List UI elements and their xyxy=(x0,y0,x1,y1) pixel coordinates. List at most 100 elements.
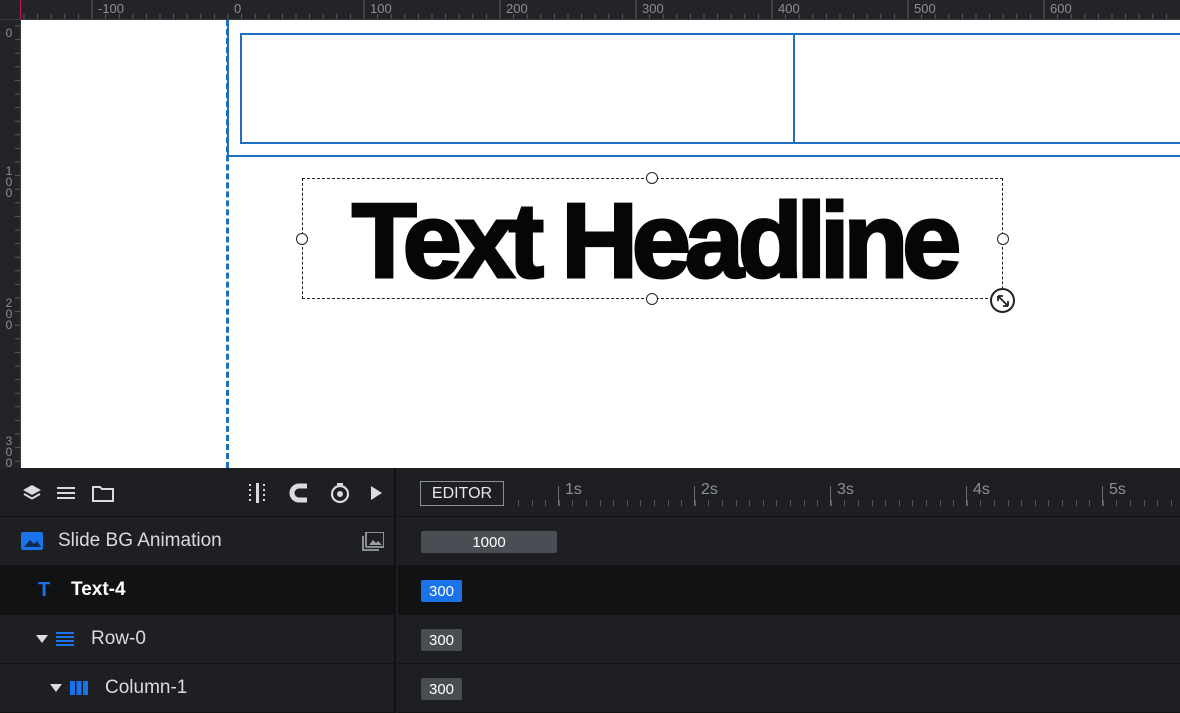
resize-handle-bottom[interactable] xyxy=(646,293,658,305)
duration-bar[interactable]: 1000 xyxy=(421,531,557,553)
timeline-tick xyxy=(1170,500,1172,506)
timeline-row-row-0[interactable]: 300 xyxy=(398,615,1180,664)
timeline-row-column-1[interactable]: 300 xyxy=(398,664,1180,713)
timeline-panel: EDITOR 1s 2s 3s 4s 5s 1000 300 300 300 xyxy=(398,468,1180,713)
column-icon xyxy=(70,681,88,695)
layers-toolbar xyxy=(0,468,396,517)
timeline-tick xyxy=(953,500,955,506)
second-marker xyxy=(694,486,695,506)
timeline-tick xyxy=(898,500,900,506)
timeline-tick xyxy=(586,500,587,506)
timeline-tick xyxy=(1116,500,1118,506)
timeline-header[interactable]: EDITOR 1s 2s 3s 4s 5s xyxy=(398,468,1180,517)
duration-bar[interactable]: 300 xyxy=(421,629,462,651)
column-box[interactable] xyxy=(793,33,1180,144)
image-icon xyxy=(21,532,43,550)
duration-bar[interactable]: 300 xyxy=(421,580,462,602)
timeline-tick xyxy=(1021,500,1023,506)
time-label: 4s xyxy=(973,481,990,498)
layer-row-text-4[interactable]: T Text-4 xyxy=(0,566,394,615)
text-icon: T xyxy=(38,578,51,601)
time-label: 3s xyxy=(837,481,854,498)
timeline-tick xyxy=(613,500,615,506)
timeline-tick xyxy=(681,500,683,506)
editor-button[interactable]: EDITOR xyxy=(420,481,504,506)
timeline-tick xyxy=(1048,500,1050,506)
timeline-tick xyxy=(1157,500,1159,506)
layers-icon[interactable] xyxy=(20,481,44,505)
timeline-tick xyxy=(790,500,791,506)
resize-handle-left[interactable] xyxy=(296,233,308,245)
layer-row-slide-bg[interactable]: Slide BG Animation xyxy=(0,517,394,566)
resize-handle-right[interactable] xyxy=(997,233,1009,245)
folder-icon[interactable] xyxy=(91,481,115,505)
second-marker xyxy=(558,486,559,506)
row-icon xyxy=(56,632,74,646)
ruler-ticks xyxy=(23,0,1167,19)
second-marker xyxy=(830,486,831,506)
timeline-tick xyxy=(599,500,601,506)
layer-name: Row-0 xyxy=(91,628,146,649)
timeline-tick xyxy=(1143,500,1145,506)
timeline-tick xyxy=(640,500,642,506)
timeline-tick xyxy=(980,500,982,506)
timeline-tick xyxy=(817,500,819,506)
timeline-tick xyxy=(871,500,873,506)
timeline-tick xyxy=(912,500,914,506)
chevron-down-icon[interactable] xyxy=(36,635,48,643)
timeline-tick xyxy=(803,500,805,506)
timeline-tick xyxy=(708,500,710,506)
timeline-tick xyxy=(1007,500,1009,506)
timeline-tick xyxy=(626,500,628,506)
second-marker xyxy=(1102,486,1103,506)
timeline-tick xyxy=(1075,500,1077,506)
timeline-row-slide-bg[interactable]: 1000 xyxy=(398,517,1180,566)
timeline-tick xyxy=(667,500,669,506)
timeline-row-text-4[interactable]: 300 xyxy=(398,566,1180,615)
slide-canvas[interactable]: Text Headline xyxy=(21,20,1180,468)
second-marker xyxy=(966,486,967,506)
grid-icon[interactable] xyxy=(246,481,270,505)
column-box[interactable] xyxy=(240,33,795,144)
layer-row-column-1[interactable]: Column-1 xyxy=(0,664,394,713)
horizontal-ruler[interactable]: -100 0 100 200 300 400 500 600 xyxy=(0,0,1180,20)
play-icon[interactable] xyxy=(364,481,388,505)
layers-timeline-panel: Slide BG Animation T Text-4 Row-0 Column… xyxy=(0,468,1180,713)
timeline-tick xyxy=(531,500,533,506)
timer-icon[interactable] xyxy=(328,481,352,505)
scale-handle[interactable] xyxy=(990,288,1015,313)
timeline-tick xyxy=(735,500,737,506)
timeline-tick xyxy=(1062,500,1063,506)
timeline-tick xyxy=(858,500,859,506)
time-label: 2s xyxy=(701,481,718,498)
timeline-tick xyxy=(1089,500,1091,506)
ruler-ticks xyxy=(15,25,20,462)
timeline-tick xyxy=(722,500,723,506)
layer-name: Column-1 xyxy=(105,677,188,698)
magnet-icon[interactable] xyxy=(287,481,311,505)
time-label: 5s xyxy=(1109,481,1126,498)
time-label: 1s xyxy=(565,481,582,498)
timeline-tick xyxy=(776,500,778,506)
scale-arrow-icon xyxy=(996,294,1009,307)
chevron-down-icon[interactable] xyxy=(50,684,62,692)
layer-name: Text-4 xyxy=(71,579,126,600)
list-icon[interactable] xyxy=(54,481,78,505)
bg-images-icon[interactable] xyxy=(362,532,384,551)
text-headline[interactable]: Text Headline xyxy=(303,181,1004,302)
timeline-tick xyxy=(572,500,574,506)
resize-handle-top[interactable] xyxy=(646,172,658,184)
layer-row-row-0[interactable]: Row-0 xyxy=(0,615,394,664)
timeline-tick xyxy=(545,500,547,506)
selected-text-layer[interactable]: Text Headline xyxy=(302,178,1004,302)
timeline-tick xyxy=(1034,500,1036,506)
timeline-tick xyxy=(926,500,927,506)
timeline-tick xyxy=(885,500,887,506)
layer-name: Slide BG Animation xyxy=(58,530,222,551)
timeline-tick xyxy=(994,500,995,506)
timeline-tick xyxy=(749,500,751,506)
vertical-ruler[interactable]: 0 100 200 300 xyxy=(0,20,21,468)
timeline-tick xyxy=(1130,500,1131,506)
timeline-tick xyxy=(762,500,764,506)
duration-bar[interactable]: 300 xyxy=(421,678,462,700)
